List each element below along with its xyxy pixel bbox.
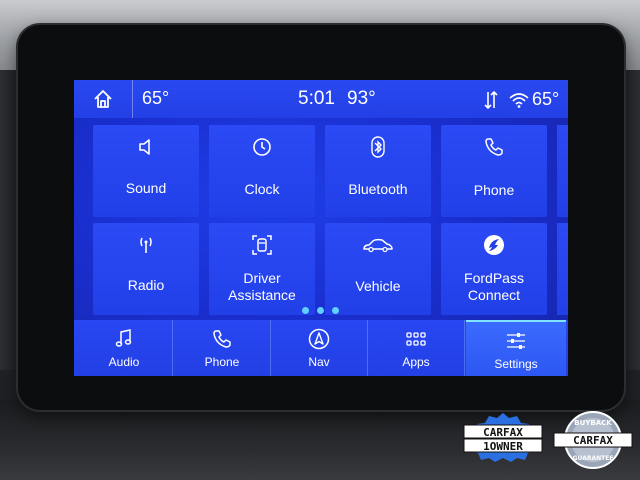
nav-label: Settings [494, 357, 538, 371]
bottom-nav-bar: Audio Phone Nav Apps Settings [74, 320, 568, 376]
tile-peek [557, 223, 568, 315]
speaker-icon [139, 139, 150, 155]
carfax-brand-text: CARFAX [573, 434, 613, 447]
tile-sound[interactable]: Sound [93, 125, 199, 217]
clock-icon [253, 138, 271, 156]
nav-label: Audio [108, 355, 140, 369]
nav-nav[interactable]: Nav [271, 320, 368, 376]
tile-label-line2: Assistance [228, 287, 296, 303]
phone-icon [485, 138, 503, 156]
driver-assist-icon [252, 235, 272, 255]
tile-driver-assistance[interactable]: Driver Assistance [209, 223, 315, 315]
tile-phone[interactable]: Phone [441, 125, 547, 217]
compass-arrow-icon [308, 328, 330, 350]
tile-fordpass-connect[interactable]: FordPass Connect [441, 223, 547, 315]
buyback-text: BUYBACK [574, 419, 612, 427]
tile-clock[interactable]: Clock [209, 125, 315, 217]
carfax-buyback-badge: CARFAX BUYBACK GUARANTEE [553, 411, 633, 469]
nav-label: Phone [204, 355, 240, 369]
outside-temp: 93° [347, 88, 376, 109]
tile-vehicle[interactable]: Vehicle [325, 223, 431, 315]
nav-label: Apps [402, 355, 430, 369]
tile-radio[interactable]: Radio [93, 223, 199, 315]
bluetooth-icon [371, 136, 385, 158]
nav-phone[interactable]: Phone [174, 320, 271, 376]
tile-label: Phone [473, 182, 515, 198]
carfax-owner-text: 1OWNER [483, 440, 523, 453]
nav-label: Nav [308, 355, 330, 369]
tile-label: Radio [127, 277, 165, 293]
tile-label: Bluetooth [348, 181, 408, 197]
tile-label-line1: Driver [243, 270, 281, 286]
carfax-brand-text: CARFAX [483, 426, 523, 439]
status-separator [132, 80, 133, 118]
phone-icon [213, 330, 231, 348]
tile-label: Vehicle [355, 278, 401, 294]
tile-label-line1: FordPass [464, 270, 524, 286]
tile-bluetooth[interactable]: Bluetooth [325, 125, 431, 217]
data-transfer-icon [484, 90, 498, 110]
nav-apps[interactable]: Apps [368, 320, 465, 376]
guarantee-text: GUARANTEE [573, 455, 614, 462]
car-icon [363, 238, 393, 253]
clock-time: 5:01 [298, 88, 335, 109]
sliders-icon [507, 333, 525, 349]
home-icon[interactable] [92, 88, 114, 110]
infotainment-screen: 65° 5:01 93° 65° Sound Clock Bluetooth P… [74, 80, 568, 376]
driver-temp[interactable]: 65° [142, 88, 169, 109]
wifi-icon [509, 93, 529, 108]
music-note-icon [115, 329, 132, 347]
grid-icon [406, 332, 426, 346]
status-bar: 65° 5:01 93° 65° [74, 80, 568, 118]
fordpass-icon [484, 235, 504, 255]
nav-settings[interactable]: Settings [466, 320, 566, 376]
tile-label: Sound [125, 180, 167, 196]
tile-label: Clock [244, 181, 280, 197]
passenger-temp[interactable]: 65° [532, 89, 559, 110]
carfax-one-owner-badge: CARFAX 1OWNER [463, 413, 543, 462]
radio-antenna-icon [140, 237, 152, 253]
nav-audio[interactable]: Audio [76, 320, 173, 376]
page-dot-2[interactable] [317, 307, 324, 314]
page-dot-1[interactable] [302, 307, 309, 314]
page-indicator[interactable] [300, 307, 346, 315]
tile-peek [557, 125, 568, 217]
page-dot-3[interactable] [332, 307, 339, 314]
tile-label-line2: Connect [467, 287, 521, 303]
